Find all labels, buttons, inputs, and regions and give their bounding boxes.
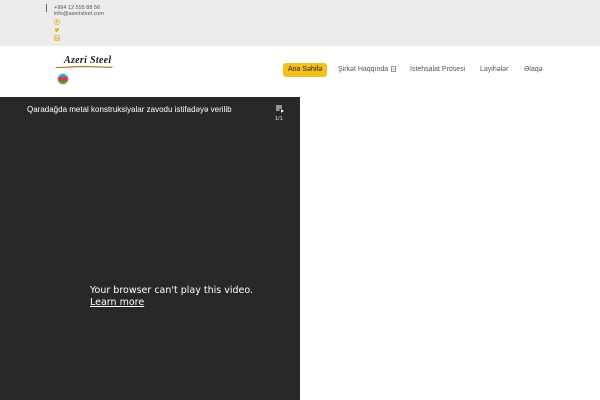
playlist-count: 1/1	[275, 116, 283, 122]
nav-item-home[interactable]: Ana Səhifə	[283, 63, 328, 77]
video-title[interactable]: Qaradağda metal konstruksiyalar zavodu i…	[27, 105, 232, 114]
facebook-icon[interactable]	[54, 19, 60, 25]
site-header: Azeri Steel Ana Səhifə Şirkət Haqqında İ…	[0, 46, 600, 97]
nav-item-about-label: Şirkət Haqqında	[338, 66, 389, 73]
email-link[interactable]: info@azeristeel.com	[54, 11, 104, 17]
linkedin-icon[interactable]	[54, 35, 60, 41]
nav-item-contact[interactable]: Əlaqə	[524, 63, 543, 77]
chevron-down-icon	[391, 66, 397, 72]
nav-item-production[interactable]: İstehsalat Prosesi	[410, 63, 465, 77]
video-error-text: Your browser can't play this video.	[90, 285, 254, 296]
nav-item-about[interactable]: Şirkət Haqqında	[338, 63, 397, 77]
learn-more-link[interactable]: Learn more	[90, 297, 253, 309]
playlist-icon[interactable]	[276, 105, 284, 113]
divider	[46, 4, 47, 12]
main-navigation: Ana Səhifə Şirkət Haqqında İstehsalat Pr…	[0, 63, 600, 77]
nav-item-projects[interactable]: Layihələr	[480, 63, 508, 77]
twitter-icon[interactable]	[54, 27, 60, 33]
top-contact-bar: +994 12 555 88 56 info@azeristeel.com	[0, 0, 600, 46]
video-error-message: Your browser can't play this video. Lear…	[90, 285, 253, 308]
video-player[interactable]: Qaradağda metal konstruksiyalar zavodu i…	[0, 97, 300, 400]
